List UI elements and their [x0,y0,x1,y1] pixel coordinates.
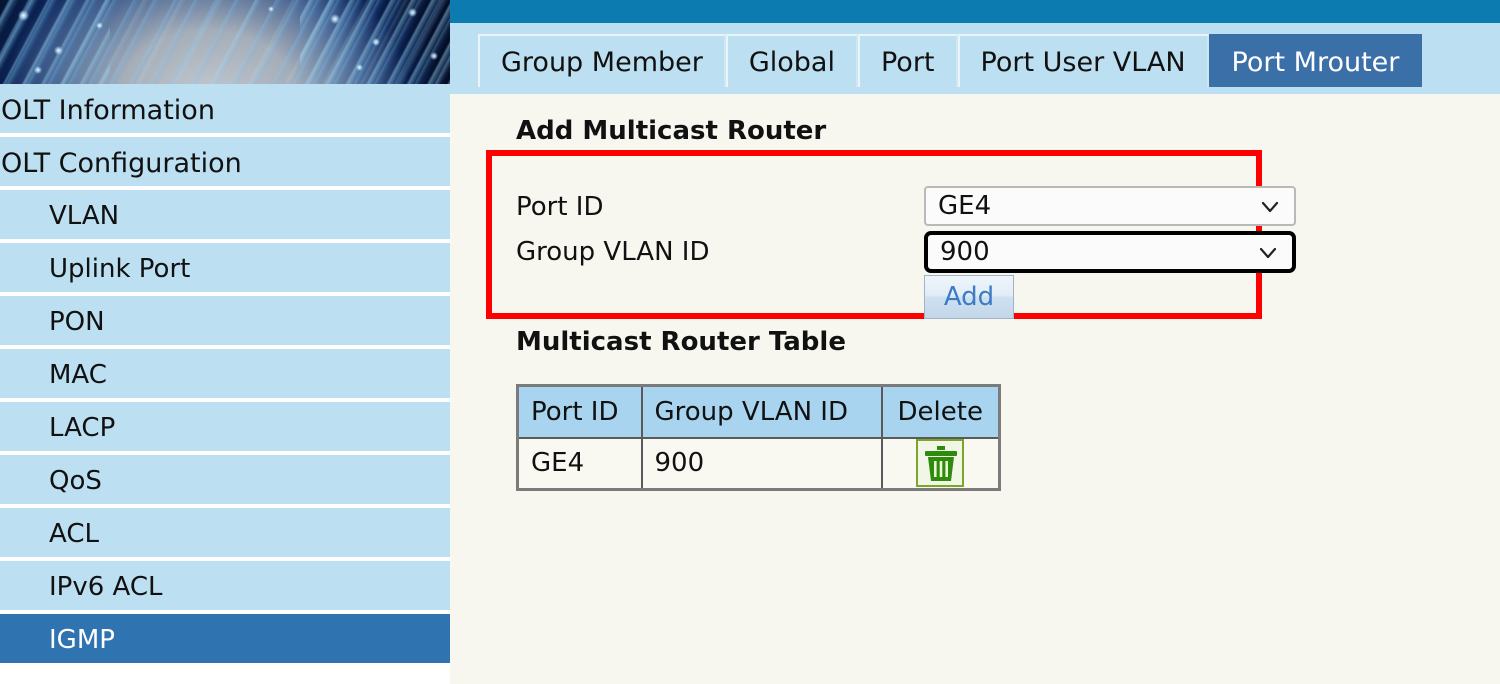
tab-label: Port [880,47,935,78]
column-header-group-vlan-id: Group VLAN ID [640,384,883,439]
banner-streaks-left [0,0,110,84]
sidebar-item-label: QoS [49,466,102,496]
group-vlan-id-selected-value: 900 [940,237,990,267]
sidebar-item-olt-configuration[interactable]: OLT Configuration [0,137,450,190]
add-button[interactable]: Add [924,275,1014,319]
banner-sparkle [96,22,103,29]
tab-label: Port User VLAN [980,47,1186,78]
tab-label: Global [748,47,835,78]
cell-group-vlan-id: 900 [640,436,883,491]
sidebar-item-label: MAC [49,360,107,390]
group-vlan-id-label: Group VLAN ID [516,237,710,267]
banner-sparkle [372,38,380,46]
chevron-down-icon [1258,240,1278,260]
sidebar-item-igmp[interactable]: IGMP [0,614,450,667]
port-id-selected-value: GE4 [938,191,992,221]
sidebar: OLT Information OLT Configuration VLAN Upli… [0,0,450,684]
group-vlan-id-select[interactable]: 900 [924,231,1296,273]
sidebar-item-mac[interactable]: MAC [0,349,450,402]
port-id-label: Port ID [516,192,604,222]
banner-sparkle [18,10,29,21]
multicast-router-table-heading: Multicast Router Table [516,327,846,357]
globe-banner-image [0,0,450,84]
tab-port[interactable]: Port [857,34,958,87]
sidebar-item-label: PON [49,307,105,337]
content-area: Add Multicast Router Port ID GE4 Group V… [450,94,1500,684]
tab-label: Group Member [501,47,703,78]
tab-port-mrouter[interactable]: Port Mrouter [1208,34,1423,87]
top-header-bar [450,0,1500,23]
tab-port-user-vlan[interactable]: Port User VLAN [957,34,1209,87]
cell-port-id: GE4 [516,436,643,491]
banner-sparkle [408,8,417,17]
banner-sparkle [268,6,274,12]
column-header-port-id: Port ID [516,384,643,439]
sidebar-item-vlan[interactable]: VLAN [0,190,450,243]
multicast-router-table: Port ID Group VLAN ID Delete GE4 900 [516,384,1001,491]
banner-sparkle [356,64,363,71]
olt-web-management-page: OLT Information OLT Configuration VLAN Upli… [0,0,1500,684]
sidebar-item-label: VLAN [49,201,120,231]
sidebar-item-label: OLT Information [1,95,215,126]
sidebar-item-acl[interactable]: ACL [0,508,450,561]
sidebar-item-label: OLT Configuration [1,148,242,179]
tab-group-member[interactable]: Group Member [478,34,726,87]
sidebar-item-label: LACP [49,413,116,443]
sidebar-item-lacp[interactable]: LACP [0,402,450,455]
sidebar-item-label: ACL [49,519,99,549]
sidebar-item-qos[interactable]: QoS [0,455,450,508]
table-row: GE4 900 [516,436,1001,491]
tab-strip: Group Member Global Port Port User VLAN Port… [450,23,1500,94]
table-header-row: Port ID Group VLAN ID Delete [516,384,1001,439]
sidebar-item-ipv6-acl[interactable]: IPv6 ACL [0,561,450,614]
tab-global[interactable]: Global [725,34,858,87]
trash-icon[interactable] [916,439,965,488]
banner-sparkle [430,52,438,60]
sidebar-nav-list: OLT Information OLT Configuration VLAN Upli… [0,84,450,667]
sidebar-item-label: Uplink Port [49,254,191,284]
banner-sparkle [330,14,340,24]
banner-sparkle [54,46,63,55]
column-header-delete: Delete [880,384,1001,439]
sidebar-item-pon[interactable]: PON [0,296,450,349]
main-pane: Group Member Global Port Port User VLAN Port… [450,0,1500,684]
sidebar-item-olt-information[interactable]: OLT Information [0,84,450,137]
chevron-down-icon [1260,194,1280,214]
sidebar-item-label: IPv6 ACL [49,572,163,602]
tab-label: Port Mrouter [1231,47,1400,78]
tab-list: Group Member Global Port Port User VLAN Port… [478,34,1423,87]
port-id-select[interactable]: GE4 [924,186,1296,226]
sidebar-item-uplink-port[interactable]: Uplink Port [0,243,450,296]
sidebar-item-label: IGMP [49,625,115,655]
add-multicast-router-heading: Add Multicast Router [516,116,827,146]
banner-sparkle [34,66,42,74]
cell-delete [880,436,1001,491]
